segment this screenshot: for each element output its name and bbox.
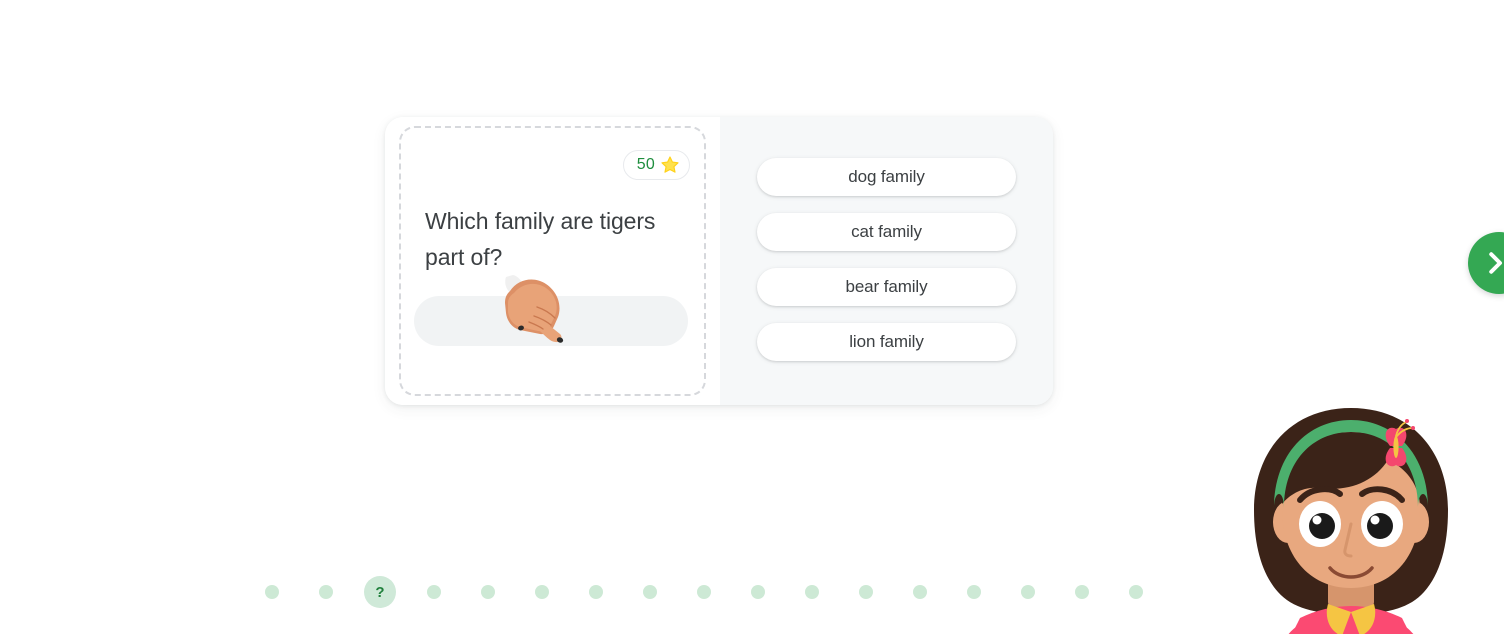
question-pane: 50 Which family are tigers part of?	[385, 117, 720, 405]
score-badge: 50	[622, 150, 690, 180]
progress-dot[interactable]	[535, 585, 549, 599]
progress-dot[interactable]	[1129, 585, 1143, 599]
progress-dots: ?	[265, 572, 1143, 612]
progress-dot[interactable]	[481, 585, 495, 599]
next-button[interactable]	[1468, 232, 1504, 294]
progress-dot[interactable]	[859, 585, 873, 599]
chevron-right-icon	[1489, 252, 1502, 274]
progress-dot[interactable]	[427, 585, 441, 599]
progress-dot[interactable]	[805, 585, 819, 599]
progress-dot[interactable]	[751, 585, 765, 599]
option-button-2[interactable]: cat family	[757, 213, 1016, 251]
progress-dot[interactable]	[967, 585, 981, 599]
star-icon	[661, 156, 679, 173]
option-button-4[interactable]: lion family	[757, 323, 1016, 361]
progress-dot[interactable]	[697, 585, 711, 599]
question-text: Which family are tigers part of?	[425, 208, 656, 270]
progress-dot-active[interactable]: ?	[364, 576, 396, 608]
progress-dot[interactable]	[265, 585, 279, 599]
progress-dot[interactable]	[1021, 585, 1035, 599]
progress-dot[interactable]	[1075, 585, 1089, 599]
progress-dot[interactable]	[913, 585, 927, 599]
progress-dot[interactable]	[589, 585, 603, 599]
score-value: 50	[636, 156, 655, 173]
progress-dot[interactable]	[319, 585, 333, 599]
girl-character-avatar	[1254, 408, 1448, 634]
option-button-1[interactable]: dog family	[757, 158, 1016, 196]
progress-dot[interactable]	[643, 585, 657, 599]
option-button-3[interactable]: bear family	[757, 268, 1016, 306]
quiz-card: 50 Which family are tigers part of? dog …	[385, 117, 1053, 405]
options-pane: dog family cat family bear family lion f…	[720, 117, 1053, 405]
answer-slot[interactable]	[414, 296, 688, 346]
